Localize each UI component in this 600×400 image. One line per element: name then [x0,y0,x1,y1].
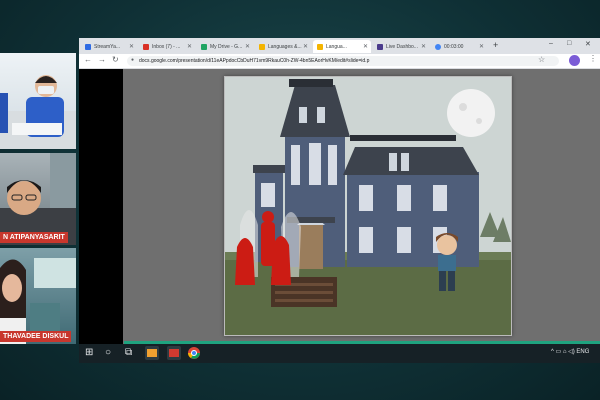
tab-strip: StreamYa... ✕ Inbox (7) - ... ✕ My Drive… [79,38,600,54]
new-tab-button[interactable]: + [493,40,498,50]
drive-icon [201,43,207,50]
forward-button[interactable]: → [98,55,106,64]
bookmark-star-icon[interactable]: ☆ [538,55,545,64]
taskbar-app-icon[interactable] [145,346,159,360]
google-icon [435,43,441,50]
tab-label: Languages &... [268,43,302,50]
back-button[interactable]: ← [84,55,92,64]
gmail-icon [143,43,149,50]
start-button-icon[interactable]: ⊞ [85,346,93,360]
system-tray[interactable]: ^ ▭ ⌂ ◁) ENG [551,348,589,355]
tab-label: Inbox (7) - ... [152,43,181,50]
tab-label: Live Dashbo... [386,43,418,50]
slides-icon [317,43,323,50]
participant-3-name: THAVADEE DISKUL [0,331,72,342]
tab-label: 00:03:00 [444,43,464,50]
participant-3-image [0,258,76,344]
tab-label: Langua... [326,43,347,50]
tab-close-icon[interactable]: ✕ [421,43,426,50]
tab-streamyard[interactable]: StreamYa... ✕ [81,40,137,53]
windows-taskbar: ⊞ ○ ⧉ ^ ▭ ⌂ ◁) ENG [79,344,600,363]
slide-canvas [224,76,512,336]
maximize-button[interactable]: □ [567,40,571,47]
tab-languages-active[interactable]: Langua... ✕ [313,40,371,53]
tab-close-icon[interactable]: ✕ [129,43,134,50]
taskbar-app-icon[interactable] [167,346,181,360]
tab-timer[interactable]: 00:03:00 ✕ [431,40,487,53]
tab-close-icon[interactable]: ✕ [363,43,368,50]
tab-live-dashboard[interactable]: Live Dashbo... ✕ [373,40,429,53]
streamyard-icon [85,43,91,50]
tab-close-icon[interactable]: ✕ [245,43,250,50]
lock-icon: ● [131,57,135,63]
tab-label: My Drive - G... [210,43,243,50]
task-view-icon[interactable]: ⧉ [125,346,132,360]
search-icon[interactable]: ○ [105,346,111,360]
presentation-left-bar [79,69,123,345]
tab-my-drive[interactable]: My Drive - G... ✕ [197,40,253,53]
dashboard-icon [377,43,383,50]
presentation-stage [123,69,600,345]
browser-menu-icon[interactable]: ⋮ [589,54,597,63]
participant-video-3: THAVADEE DISKUL [0,248,76,344]
browser-window: StreamYa... ✕ Inbox (7) - ... ✕ My Drive… [79,38,600,345]
tab-languages-1[interactable]: Languages &... ✕ [255,40,311,53]
participant-2-name: N ATIPANYASARIT [0,232,68,243]
minimize-button[interactable]: – [549,40,553,47]
participant-video-2: N ATIPANYASARIT [0,153,76,245]
haunted-house-scene [225,77,511,335]
tab-label: StreamYa... [94,43,121,50]
tab-inbox[interactable]: Inbox (7) - ... ✕ [139,40,195,53]
slides-icon [259,43,265,50]
tab-close-icon[interactable]: ✕ [303,43,308,50]
tab-close-icon[interactable]: ✕ [187,43,192,50]
participant-video-1 [0,53,76,149]
reload-button[interactable]: ↻ [112,55,119,64]
participant-1-image [0,75,76,149]
profile-avatar[interactable] [569,55,580,66]
address-bar: ← → ↻ docs.google.com/presentation/d/11e… [79,54,600,69]
close-window-button[interactable]: ✕ [585,40,591,48]
moon-icon [447,89,495,137]
chrome-icon[interactable] [187,346,201,360]
url-input[interactable]: docs.google.com/presentation/d/11eAPpdoc… [127,56,559,66]
tab-close-icon[interactable]: ✕ [479,43,484,50]
